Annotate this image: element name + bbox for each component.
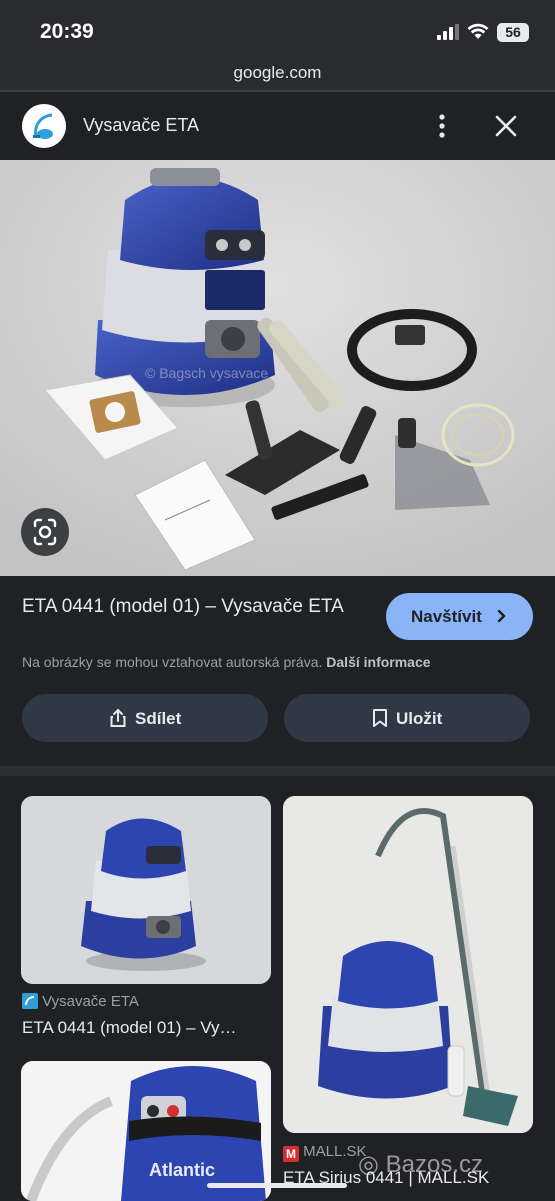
watermark-icon: ◎ (358, 1151, 379, 1178)
visit-button[interactable]: Navštívit (386, 593, 533, 640)
status-bar: 20:39 56 (0, 0, 555, 58)
atlantic-label: Atlantic (149, 1160, 215, 1180)
related-image-card[interactable] (21, 796, 271, 984)
vacuum-product-illustration: © Bagsch vysavace (0, 160, 555, 576)
related-image-card[interactable]: Atlantic (21, 1061, 271, 1201)
vacuum-thumbnail (283, 796, 533, 1133)
visit-label: Navštívit (411, 607, 482, 626)
battery-indicator: 56 (497, 23, 529, 42)
mall-logo-icon: M (283, 1146, 299, 1162)
related-source[interactable]: Vysavače ETA (22, 993, 139, 1010)
overlay-watermark: ◎ Bazos.cz (358, 1150, 483, 1179)
related-source-label: Vysavače ETA (42, 993, 139, 1010)
cellular-signal-icon (437, 24, 459, 40)
copyright-notice: Na obrázky se mohou vztahovat autorská p… (22, 654, 431, 670)
watermark-text: Bazos.cz (385, 1151, 483, 1178)
address-bar[interactable]: google.com (0, 58, 555, 90)
more-vert-icon[interactable] (430, 112, 454, 140)
related-image-card[interactable] (283, 796, 533, 1133)
share-label: Sdílet (135, 709, 182, 728)
related-title[interactable]: ETA 0441 (model 01) – Vy… (22, 1018, 272, 1038)
save-label: Uložit (396, 709, 443, 728)
vacuum-thumbnail (21, 796, 271, 984)
home-indicator[interactable] (207, 1183, 347, 1188)
vacuum-thumbnail: Atlantic (21, 1061, 271, 1201)
copyright-text: Na obrázky se mohou vztahovat autorská p… (22, 654, 323, 670)
save-button[interactable]: Uložit (284, 694, 530, 742)
close-icon[interactable] (492, 112, 520, 140)
section-divider (0, 766, 555, 776)
site-title[interactable]: Vysavače ETA (83, 115, 199, 136)
result-info-panel: ETA 0441 (model 01) – Vysavače ETA Navšt… (0, 576, 555, 766)
more-info-link[interactable]: Další informace (326, 654, 430, 670)
vacuum-logo-icon (22, 993, 38, 1009)
related-source[interactable]: M MALL.SK (283, 1143, 367, 1162)
main-image[interactable]: © Bagsch vysavace (0, 160, 555, 576)
result-title[interactable]: ETA 0441 (model 01) – Vysavače ETA (22, 594, 372, 620)
share-icon (110, 708, 126, 727)
bookmark-icon (373, 709, 387, 727)
google-lens-icon[interactable] (21, 508, 69, 556)
status-time: 20:39 (40, 20, 94, 43)
svg-text:© Bagsch vysavace: © Bagsch vysavace (145, 365, 268, 381)
wifi-icon (467, 23, 489, 39)
vacuum-logo-icon[interactable] (22, 104, 66, 148)
share-button[interactable]: Sdílet (22, 694, 268, 742)
chevron-right-icon (497, 609, 506, 623)
image-viewer-header: Vysavače ETA (0, 92, 555, 160)
